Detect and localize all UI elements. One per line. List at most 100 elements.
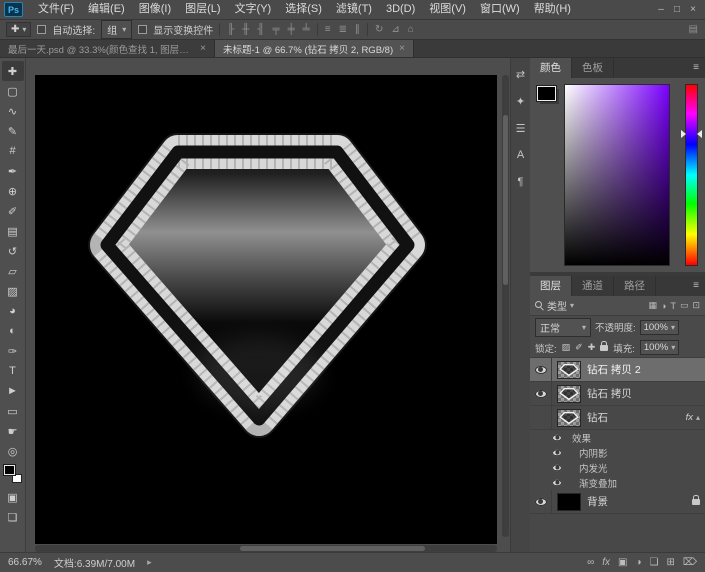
menu-filter[interactable]: 滤镜(T) [329,0,379,19]
vertical-scrollbar[interactable] [502,75,509,537]
minimize-button[interactable]: – [653,1,669,19]
align-middle-icon[interactable]: ╪ [287,24,296,35]
effect-row-gradient-overlay[interactable]: 渐变叠加 [530,475,705,490]
quick-mask-button[interactable]: ▣ [2,487,24,507]
horizontal-scrollbar-thumb[interactable] [240,546,425,551]
blend-mode-dropdown[interactable]: 正常 ▾ [535,318,591,337]
distribute-horizontal-icon[interactable]: ≡ [324,24,332,35]
eyedropper-tool[interactable]: ✒ [2,161,24,181]
visibility-toggle[interactable] [530,490,552,513]
filter-type-label[interactable]: 类型 [547,298,567,313]
layer-thumbnail[interactable] [557,409,581,427]
visibility-toggle[interactable] [530,382,552,405]
close-icon[interactable]: × [399,43,405,54]
fill-dropdown[interactable]: 100% ▾ [640,340,679,355]
tool-preset-picker[interactable]: ✚ ▾ [6,22,31,37]
chevron-down-icon[interactable]: ▾ [570,301,574,310]
layer-name[interactable]: 背景 [587,494,692,509]
3d-roll-icon[interactable]: ⊿ [390,24,400,35]
tab-color[interactable]: 颜色 [530,58,572,78]
layer-thumbnail[interactable] [557,361,581,379]
visibility-toggle[interactable] [530,358,552,381]
filter-adjustment-icon[interactable]: ◑ [661,301,666,311]
link-layers-icon[interactable]: ∞ [587,557,594,568]
menu-edit[interactable]: 编辑(E) [81,0,132,19]
document-canvas[interactable] [35,75,497,544]
hue-slider-strip[interactable] [685,84,698,266]
visibility-toggle[interactable] [550,477,564,489]
effect-row-inner-glow[interactable]: 内发光 [530,460,705,475]
show-transform-checkbox[interactable] [138,25,147,34]
type-tool[interactable]: T [2,361,24,381]
menu-help[interactable]: 帮助(H) [527,0,578,19]
add-mask-icon[interactable]: ▣ [618,557,627,568]
healing-brush-tool[interactable]: ⊕ [2,181,24,201]
align-right-icon[interactable]: ╢ [256,24,265,35]
tab-paths[interactable]: 路径 [614,276,656,296]
visibility-toggle[interactable] [550,447,564,459]
filter-smart-object-icon[interactable]: ⊡ [692,300,700,311]
menu-type[interactable]: 文字(Y) [228,0,279,19]
distribute-vertical-icon[interactable]: ≣ [338,24,348,35]
layer-style-icon[interactable]: fx [602,557,610,568]
close-icon[interactable]: × [200,43,206,54]
filter-type-icon[interactable]: T [670,301,676,311]
background-color-swatch[interactable] [12,474,22,483]
crop-tool[interactable]: # [2,141,24,161]
layer-thumbnail[interactable] [557,385,581,403]
arrangement-panel-icon[interactable]: ⇄ [512,66,530,82]
status-options-chevron-icon[interactable]: ▸ [147,557,152,568]
layer-row-background[interactable]: 背景 [530,490,705,514]
align-center-icon[interactable]: ╫ [241,24,250,35]
menu-layer[interactable]: 图层(L) [178,0,227,19]
saturation-brightness-field[interactable] [564,84,670,266]
document-tab-1[interactable]: 最后一天.psd @ 33.3%(颜色查找 1, 图层蒙版/8) × [0,40,215,57]
filter-shape-icon[interactable]: ▭ [680,300,689,311]
dodge-tool[interactable]: ◐ [2,321,24,341]
lock-all-icon[interactable] [600,345,608,351]
layer-row-diamond-copy-2[interactable]: 钻石 拷贝 2 [530,358,705,382]
tab-swatches[interactable]: 色板 [572,58,614,78]
effects-header-row[interactable]: 效果 [530,430,705,445]
paragraph-panel-icon[interactable]: ¶ [512,174,530,190]
adjustments-panel-icon[interactable]: ☰ [512,120,530,136]
layer-name[interactable]: 钻石 拷贝 2 [587,362,705,377]
shape-tool[interactable]: ▭ [2,401,24,421]
panel-menu-icon[interactable]: ≡ [693,276,705,296]
styles-panel-icon[interactable]: ✦ [512,93,530,109]
menu-select[interactable]: 选择(S) [278,0,329,19]
quick-selection-tool[interactable]: ✎ [2,121,24,141]
layer-row-diamond-copy[interactable]: 钻石 拷贝 [530,382,705,406]
fx-badge[interactable]: fx [686,412,693,423]
move-tool[interactable]: ✚ [2,61,24,81]
layer-name[interactable]: 钻石 拷贝 [587,386,705,401]
brush-tool[interactable]: ✐ [2,201,24,221]
menu-window[interactable]: 窗口(W) [473,0,527,19]
lock-transparency-icon[interactable]: ▨ [562,342,571,353]
layer-row-diamond[interactable]: 钻石 fx ▴ [530,406,705,430]
zoom-tool[interactable]: ◎ [2,441,24,461]
distribute-spacing-icon[interactable]: ∥ [354,24,361,35]
screen-mode-button[interactable]: ❏ [2,507,24,527]
close-button[interactable]: × [685,1,701,19]
eraser-tool[interactable]: ▱ [2,261,24,281]
3d-rotate-icon[interactable]: ↻ [374,24,384,35]
menu-image[interactable]: 图像(I) [132,0,178,19]
lasso-tool[interactable]: ∿ [2,101,24,121]
blur-tool[interactable]: ◕ [2,301,24,321]
collapse-effects-icon[interactable]: ▴ [696,413,700,422]
foreground-background-swatches[interactable] [3,465,23,483]
gradient-tool[interactable]: ▨ [2,281,24,301]
3d-drag-icon[interactable]: ⌂ [407,24,415,35]
visibility-toggle[interactable] [530,406,552,429]
menu-file[interactable]: 文件(F) [31,0,81,19]
hue-slider-handle[interactable] [681,130,702,138]
align-bottom-icon[interactable]: ╧ [302,24,311,35]
marquee-tool[interactable]: ▢ [2,81,24,101]
filter-pixel-icon[interactable]: ▦ [648,300,657,311]
tab-layers[interactable]: 图层 [530,276,572,296]
opacity-dropdown[interactable]: 100% ▾ [640,320,679,335]
pen-tool[interactable]: ✑ [2,341,24,361]
lock-position-icon[interactable]: ✚ [588,342,596,353]
clone-stamp-tool[interactable]: ▤ [2,221,24,241]
